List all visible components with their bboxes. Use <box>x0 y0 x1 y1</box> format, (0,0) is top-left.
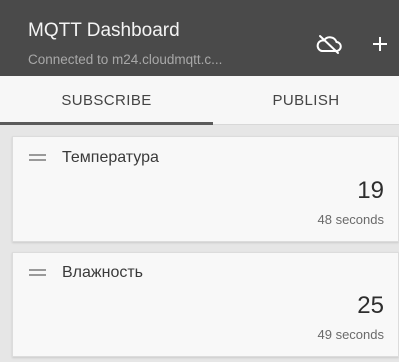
tab-publish[interactable]: PUBLISH <box>213 76 399 125</box>
card-timestamp: 49 seconds <box>317 327 385 342</box>
card-topic-name: Влажность <box>62 264 144 281</box>
active-tab-indicator <box>0 122 213 125</box>
add-button[interactable] <box>366 30 394 58</box>
tab-bar: SUBSCRIBE PUBLISH <box>0 76 399 125</box>
subscription-card-temperature[interactable]: Температура 19 48 seconds <box>12 136 399 242</box>
drag-handle-icon <box>29 154 46 161</box>
card-timestamp: 48 seconds <box>317 212 385 227</box>
tab-subscribe[interactable]: SUBSCRIBE <box>0 76 213 125</box>
card-value: 19 <box>357 177 384 204</box>
card-value: 25 <box>357 292 384 319</box>
connection-status: Connected to m24.cloudmqtt.c... <box>28 52 223 67</box>
card-topic-name: Температура <box>62 149 159 166</box>
cloud-off-icon <box>316 35 342 54</box>
drag-handle-icon <box>29 269 46 276</box>
plus-icon <box>373 37 387 51</box>
connection-toggle-button[interactable] <box>312 30 346 58</box>
app-bar: MQTT Dashboard Connected to m24.cloudmqt… <box>0 0 399 76</box>
app-title: MQTT Dashboard <box>28 20 180 41</box>
subscription-card-humidity[interactable]: Влажность 25 49 seconds <box>12 252 399 357</box>
